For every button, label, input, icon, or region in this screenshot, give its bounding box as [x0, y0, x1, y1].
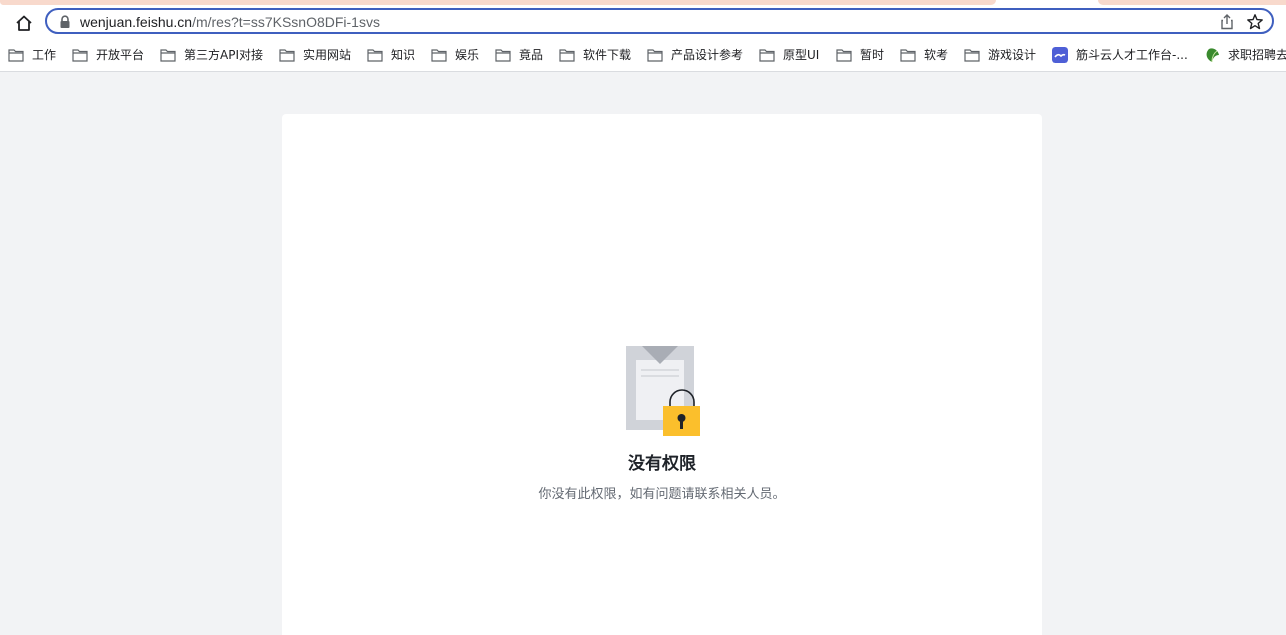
bookmark-folder-jingpin[interactable]: 竟品	[495, 46, 543, 64]
url-text[interactable]: wenjuan.feishu.cn/m/res?t=ss7KSsnO8DFi-1…	[80, 13, 380, 31]
leaf-favicon-icon	[1206, 48, 1219, 63]
bookmark-folder-kaifang[interactable]: 开放平台	[72, 46, 144, 64]
folder-icon	[759, 49, 775, 62]
page-title: 没有权限	[628, 454, 696, 474]
bookmarks-bar: 工作 开放平台 第三方API对接 实用网站 知识 娱乐 竟品 软件下载 产品设计…	[0, 40, 1286, 72]
share-icon[interactable]	[1220, 14, 1234, 30]
bookmark-label: 竟品	[519, 48, 544, 62]
bookmark-label: 软考	[924, 48, 949, 62]
bookmark-label: 开放平台	[96, 48, 145, 62]
browser-window: wenjuan.feishu.cn/m/res?t=ss7KSsnO8DFi-1…	[0, 0, 1286, 635]
bookmark-label: 筋斗云人才工作台-...	[1076, 48, 1188, 62]
folder-icon	[160, 49, 176, 62]
bookmark-label: 求职招聘去	[1228, 48, 1286, 62]
no-permission-card: 没有权限 你没有此权限，如有问题请联系相关人员。	[282, 114, 1042, 635]
bookmark-label: 软件下载	[583, 48, 632, 62]
folder-icon	[367, 49, 383, 62]
bookmark-folder-chanpin[interactable]: 产品设计参考	[647, 46, 743, 64]
bookmark-label: 原型UI	[783, 48, 820, 62]
lock-icon[interactable]	[59, 15, 71, 29]
bookmark-label: 游戏设计	[988, 48, 1037, 62]
folder-icon	[72, 49, 88, 62]
locked-document-icon	[626, 346, 700, 436]
folder-icon	[431, 49, 447, 62]
bookmark-folder-shiyong[interactable]: 实用网站	[279, 46, 351, 64]
bookmark-folder-yuanxing[interactable]: 原型UI	[759, 46, 819, 64]
folder-icon	[836, 49, 852, 62]
tab-edge[interactable]	[1098, 0, 1286, 5]
folder-icon	[647, 49, 663, 62]
browser-toolbar: wenjuan.feishu.cn/m/res?t=ss7KSsnO8DFi-1…	[0, 6, 1286, 40]
url-path: /m/res?t=ss7KSsnO8DFi-1svs	[192, 14, 380, 30]
bookmark-folder-yule[interactable]: 娱乐	[431, 46, 479, 64]
folder-icon	[900, 49, 916, 62]
active-tab-edge[interactable]	[0, 0, 996, 5]
folder-icon	[559, 49, 575, 62]
bookmark-label: 暂时	[860, 48, 885, 62]
bookmark-folder-zhishi[interactable]: 知识	[367, 46, 415, 64]
folder-icon	[964, 49, 980, 62]
page-description: 你没有此权限，如有问题请联系相关人员。	[538, 487, 786, 502]
bookmark-folder-ruanjian[interactable]: 软件下载	[559, 46, 631, 64]
bookmark-folder-ruankao[interactable]: 软考	[900, 46, 948, 64]
bookmark-folder-api[interactable]: 第三方API对接	[160, 46, 263, 64]
bookmark-label: 第三方API对接	[184, 48, 263, 62]
home-icon	[16, 15, 32, 31]
folder-icon	[495, 49, 511, 62]
bookmark-folder-zanshi[interactable]: 暂时	[836, 46, 884, 64]
bookmark-folder-gongzuo[interactable]: 工作	[8, 46, 56, 64]
bookmark-label: 工作	[32, 48, 57, 62]
bookmark-label: 娱乐	[455, 48, 480, 62]
bookmark-jindouyun[interactable]: 筋斗云人才工作台-...	[1052, 46, 1188, 64]
page-content: 没有权限 你没有此权限，如有问题请联系相关人员。	[0, 72, 1286, 635]
url-host: wenjuan.feishu.cn	[80, 14, 193, 30]
address-bar[interactable]: wenjuan.feishu.cn/m/res?t=ss7KSsnO8DFi-1…	[45, 8, 1274, 34]
bookmark-folder-youxi[interactable]: 游戏设计	[964, 46, 1036, 64]
bookmark-label: 产品设计参考	[671, 48, 744, 62]
folder-icon	[8, 49, 24, 62]
bookmark-qiuzhi[interactable]: 求职招聘去	[1204, 46, 1286, 64]
bookmark-label: 知识	[391, 48, 416, 62]
bookmark-star-icon[interactable]	[1246, 13, 1264, 31]
home-button[interactable]	[12, 12, 36, 34]
jindouyun-favicon-icon	[1052, 47, 1068, 63]
bookmark-label: 实用网站	[303, 48, 352, 62]
folder-icon	[279, 49, 295, 62]
